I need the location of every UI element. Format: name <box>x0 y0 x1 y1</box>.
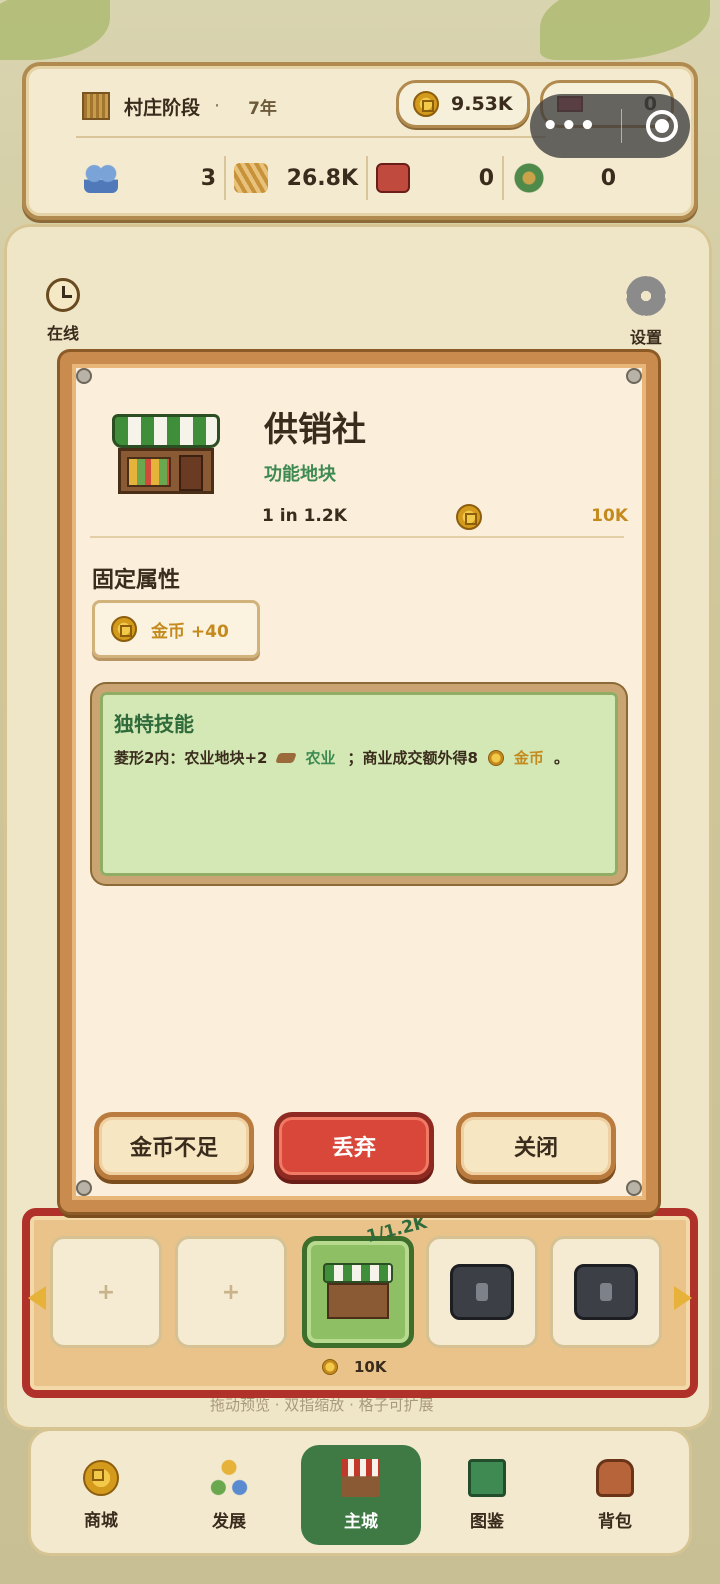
rivet-decoration <box>626 1180 642 1196</box>
stage-year: 7年 <box>248 98 277 119</box>
tab-main-city[interactable]: 主城 <box>301 1445 421 1545</box>
building-price: 10K <box>591 506 628 526</box>
slot-price: 10K <box>322 1358 387 1376</box>
resource-grain: 26.8K <box>224 156 366 200</box>
skill-description: 菱形2内：农业地块+2 农业 ；商业成交额外得8 金币 。 <box>114 747 604 768</box>
skill-title: 独特技能 <box>114 712 194 736</box>
resource-value: 26.8K <box>286 165 358 191</box>
discard-button[interactable]: 丢弃 <box>274 1112 434 1180</box>
rivet-decoration <box>76 1180 92 1196</box>
slot-price-value: 10K <box>354 1358 387 1376</box>
goods-bag-icon <box>376 163 410 193</box>
flower-icon <box>512 163 546 193</box>
resource-value: 3 <box>200 165 216 191</box>
capsule-divider <box>621 109 623 143</box>
stage-label: 村庄阶段 <box>124 96 201 119</box>
skill-text: 。 <box>553 749 569 767</box>
building-slot-bar: + + 1/1.2K 10K <box>22 1208 698 1398</box>
divider <box>76 136 546 138</box>
shop-icon <box>323 1263 393 1321</box>
scroll-right-arrow[interactable] <box>674 1286 692 1310</box>
coin-counter[interactable]: 9.53K <box>396 80 530 128</box>
scroll-left-arrow[interactable] <box>28 1286 46 1310</box>
shop-icon <box>342 1458 380 1497</box>
plus-icon: + <box>96 1279 116 1305</box>
skill-farm-keyword: 农业 <box>305 749 336 767</box>
coin-amount: 9.53K <box>451 93 513 115</box>
bottom-tab-bar: 商城 发展 主城 图鉴 背包 <box>28 1428 692 1556</box>
skill-coin-keyword: 金币 <box>513 749 544 767</box>
skill-text: ；商业成交额外得8 <box>347 749 478 767</box>
gesture-hint: 拖动预览 · 双指缩放 · 格子可扩展 <box>210 1396 434 1414</box>
locked-slot[interactable] <box>550 1236 662 1348</box>
development-icon <box>210 1458 248 1497</box>
slot-coop-shop[interactable] <box>302 1236 414 1348</box>
book-icon <box>468 1458 506 1497</box>
clock-icon <box>46 278 80 312</box>
resource-population: 3 <box>76 156 224 200</box>
more-menu-button[interactable]: ••• <box>542 111 598 141</box>
settings-label: 设置 <box>629 328 662 347</box>
close-miniprogram-button[interactable] <box>646 110 679 142</box>
village-stage: 村庄阶段 · 7年 <box>82 92 277 120</box>
divider <box>90 536 624 538</box>
skill-text: 菱形2内：农业地块+2 <box>114 749 268 767</box>
lock-chest-icon <box>450 1264 514 1320</box>
tab-collection[interactable]: 图鉴 <box>435 1445 539 1545</box>
coin-icon <box>456 504 482 530</box>
coin-icon <box>322 1359 338 1375</box>
tab-development[interactable]: 发展 <box>177 1445 281 1545</box>
resource-row: 3 26.8K 0 0 <box>76 156 656 200</box>
backpack-icon <box>596 1458 634 1497</box>
building-detail-dialog: 供销社 功能地块 1 in 1.2K 10K 固定属性 金币 +40 独特技能 … <box>60 352 658 1212</box>
tab-label: 背包 <box>598 1511 632 1532</box>
coin-icon <box>413 91 439 117</box>
coin-icon <box>111 616 137 642</box>
fixed-attribute-chip: 金币 +40 <box>92 600 260 658</box>
insufficient-coins-button[interactable]: 金币不足 <box>94 1112 254 1180</box>
tab-shop[interactable]: 商城 <box>49 1445 153 1545</box>
plus-icon: + <box>221 1279 241 1305</box>
foliage-decoration <box>540 0 710 60</box>
rivet-decoration <box>76 368 92 384</box>
gear-icon <box>626 276 666 316</box>
miniprogram-capsule: ••• <box>530 94 690 158</box>
coin-icon <box>83 1459 119 1496</box>
tab-label: 图鉴 <box>470 1511 504 1532</box>
farm-plot-icon <box>275 752 298 763</box>
online-label: 在线 <box>46 324 79 343</box>
population-icon <box>84 163 118 193</box>
close-button[interactable]: 关闭 <box>456 1112 616 1180</box>
resource-goods: 0 <box>366 156 502 200</box>
shop-building-icon <box>112 414 220 502</box>
fixed-attributes-title: 固定属性 <box>92 568 181 593</box>
coin-icon <box>487 749 504 766</box>
stage-separator: · <box>214 95 221 117</box>
resource-flower: 0 <box>502 156 624 200</box>
tab-label: 发展 <box>212 1511 246 1532</box>
locked-slot[interactable] <box>426 1236 538 1348</box>
rivet-decoration <box>626 368 642 384</box>
lock-chest-icon <box>574 1264 638 1320</box>
foliage-decoration <box>0 0 110 60</box>
tab-label: 主城 <box>344 1511 378 1532</box>
stage-crate-icon <box>82 92 110 120</box>
empty-slot[interactable]: + <box>175 1236 287 1348</box>
building-title: 供销社 <box>264 410 366 450</box>
resource-value: 0 <box>478 165 494 191</box>
grain-icon <box>234 163 268 193</box>
tab-label: 商城 <box>84 1510 118 1531</box>
building-rarity: 1 in 1.2K <box>262 506 347 526</box>
unique-skill-panel: 独特技能 菱形2内：农业地块+2 农业 ；商业成交额外得8 金币 。 <box>92 684 626 884</box>
empty-slot[interactable]: + <box>50 1236 162 1348</box>
fixed-attribute-text: 金币 +40 <box>151 621 229 642</box>
online-button[interactable]: 在线 <box>46 278 80 344</box>
settings-button[interactable]: 设置 <box>626 276 666 348</box>
tab-backpack[interactable]: 背包 <box>563 1445 667 1545</box>
building-type: 功能地块 <box>264 464 336 485</box>
resource-value: 0 <box>600 165 616 191</box>
